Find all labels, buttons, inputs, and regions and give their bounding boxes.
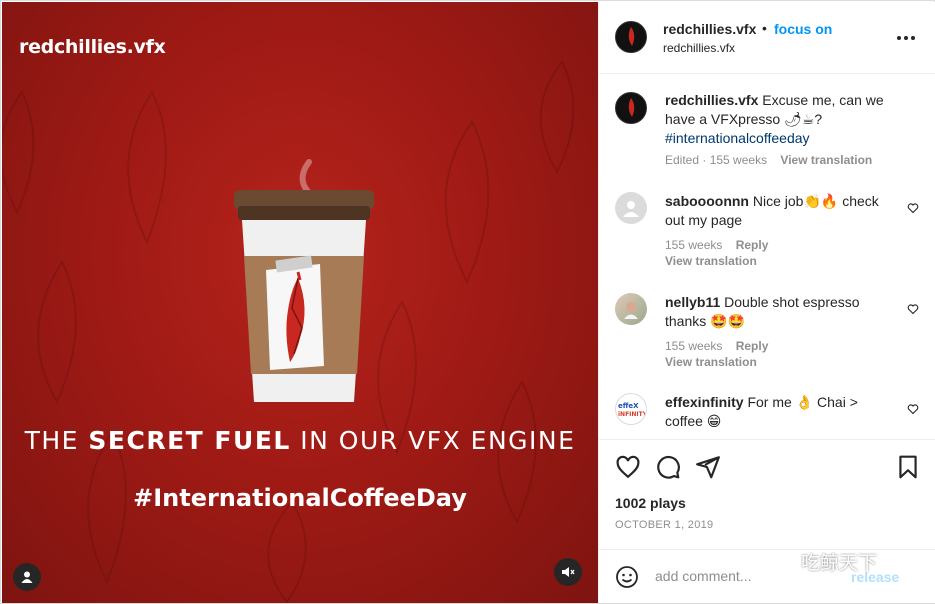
- commenter-avatar[interactable]: effeX iNFINITY: [615, 393, 647, 425]
- speaker-muted-icon: [562, 567, 575, 577]
- comment-item: nellyb11 Double shot espresso thanks 🤩🤩 …: [599, 291, 935, 381]
- more-options-icon[interactable]: [895, 28, 917, 48]
- post-hashtag-overlay: #InternationalCoffeeDay: [133, 484, 467, 512]
- watermark: 吃鲸天下: [771, 548, 877, 575]
- comment-bubble-icon[interactable]: [655, 454, 681, 480]
- user-icon: [21, 571, 33, 583]
- post-headline: THE SECRET FUEL IN OUR VFX ENGINE: [24, 426, 576, 455]
- svg-text:effeX: effeX: [618, 402, 639, 410]
- author-subtitle[interactable]: redchillies.vfx: [663, 41, 735, 55]
- mute-button[interactable]: [554, 558, 582, 586]
- commenter-avatar[interactable]: [615, 192, 647, 224]
- tagged-users-button[interactable]: [13, 563, 41, 591]
- post-date: OCTOBER 1, 2019: [615, 519, 714, 531]
- comment-meta: 155 weeks Reply: [665, 238, 768, 252]
- like-heart-icon[interactable]: [615, 454, 641, 480]
- emoji-smiley-icon[interactable]: [615, 565, 639, 589]
- chili-logo-icon: [628, 98, 635, 117]
- caption-meta: Edited · 155 weeks View translation: [665, 153, 872, 167]
- save-bookmark-icon[interactable]: [895, 454, 921, 480]
- caption-hashtag-link[interactable]: #internationalcoffeeday: [665, 130, 810, 146]
- commenter-username[interactable]: effexinfinity: [665, 394, 744, 410]
- comment-meta: 155 weeks Reply: [665, 339, 768, 353]
- caption-text: redchillies.vfx Excuse me, can we have a…: [665, 91, 897, 148]
- coffee-cup-illustration: [234, 159, 374, 402]
- post-header: redchillies.vfx • focus on redchillies.v…: [599, 2, 935, 74]
- watermark-text: 吃鲸天下: [801, 552, 878, 574]
- follow-button[interactable]: focus on: [774, 21, 832, 37]
- caption: redchillies.vfx Excuse me, can we have a…: [599, 90, 935, 170]
- caption-age: · 155 weeks: [702, 153, 768, 167]
- chili-logo-icon: [628, 27, 635, 46]
- comment-text: saboooonnn Nice job👏🔥 check out my page: [665, 192, 897, 230]
- comment-item: saboooonnn Nice job👏🔥 check out my page …: [599, 190, 935, 280]
- effex-logo-icon: effeX iNFINITY: [618, 402, 645, 417]
- like-comment-heart-icon[interactable]: [907, 403, 919, 415]
- play-count[interactable]: 1002 plays: [615, 495, 686, 511]
- post-actions: 1002 plays OCTOBER 1, 2019: [599, 439, 935, 549]
- commenter-username[interactable]: saboooonnn: [665, 193, 749, 209]
- post-dialog: redchillies.vfx THE SECRET FUEL IN OUR V…: [0, 0, 935, 604]
- reply-button[interactable]: Reply: [736, 339, 769, 353]
- comment-text: effexinfinity For me 👌 Chai > coffee 😁: [665, 393, 897, 431]
- author-avatar[interactable]: [615, 21, 647, 53]
- reply-button[interactable]: Reply: [736, 238, 769, 252]
- view-translation-link[interactable]: View translation: [665, 254, 757, 268]
- commenter-avatar[interactable]: [615, 293, 647, 325]
- comment-age: 155 weeks: [665, 238, 723, 252]
- separator-dot: •: [762, 20, 767, 36]
- like-comment-heart-icon[interactable]: [907, 202, 919, 214]
- view-translation-link[interactable]: View translation: [780, 153, 872, 167]
- wechat-logo-icon: [771, 551, 797, 572]
- svg-text:iNFINITY: iNFINITY: [618, 411, 645, 417]
- author-username[interactable]: redchillies.vfx: [663, 21, 756, 37]
- comments-list[interactable]: redchillies.vfx Excuse me, can we have a…: [599, 75, 935, 437]
- default-user-icon: [623, 201, 639, 217]
- author-avatar[interactable]: [615, 92, 647, 124]
- post-side-panel: redchillies.vfx • focus on redchillies.v…: [598, 2, 935, 603]
- commenter-username[interactable]: nellyb11: [665, 294, 720, 310]
- share-paper-plane-icon[interactable]: [695, 454, 721, 480]
- comment-text: nellyb11 Double shot espresso thanks 🤩🤩: [665, 293, 897, 331]
- comment-composer: release: [599, 549, 935, 603]
- profile-photo-icon: [624, 302, 638, 319]
- view-translation-link[interactable]: View translation: [665, 355, 757, 369]
- edited-label: Edited: [665, 153, 700, 167]
- caption-username[interactable]: redchillies.vfx: [665, 92, 758, 108]
- comment-age: 155 weeks: [665, 339, 723, 353]
- comment-item: effeX iNFINITY effexinfinity For me 👌 Ch…: [599, 391, 935, 437]
- brand-logo: redchillies.vfx: [19, 36, 166, 58]
- post-media[interactable]: redchillies.vfx THE SECRET FUEL IN OUR V…: [2, 2, 598, 603]
- like-comment-heart-icon[interactable]: [907, 303, 919, 315]
